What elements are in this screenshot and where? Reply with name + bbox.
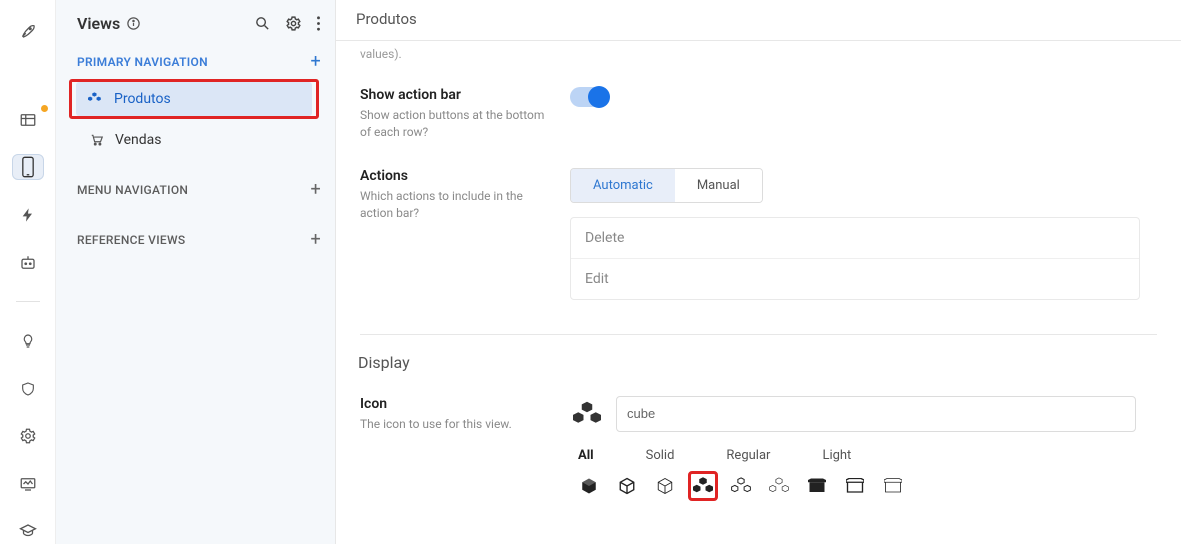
action-item-delete[interactable]: Delete xyxy=(571,218,1139,258)
icon-option-cubes-solid[interactable] xyxy=(688,471,718,501)
icon-tab-solid[interactable]: Solid xyxy=(646,448,675,463)
main-panel: Produtos values). Show action bar Show a… xyxy=(336,0,1181,544)
rail-data-icon[interactable] xyxy=(12,107,44,133)
gear-icon[interactable] xyxy=(285,15,302,32)
more-icon[interactable] xyxy=(316,15,321,32)
add-primary-nav-icon[interactable]: + xyxy=(310,53,321,71)
icon-option-box-solid[interactable] xyxy=(802,471,832,501)
seg-manual[interactable]: Manual xyxy=(675,169,762,202)
setting-icon-desc: The icon to use for this view. xyxy=(360,416,554,433)
rail-bolt-icon[interactable] xyxy=(12,202,44,228)
icon-grid xyxy=(574,471,1157,501)
info-icon[interactable] xyxy=(126,16,141,31)
section-label: MENU NAVIGATION xyxy=(77,183,188,197)
setting-action-bar-title: Show action bar xyxy=(360,87,554,103)
nav-item-label: Vendas xyxy=(115,132,162,148)
page-title: Produtos xyxy=(336,0,1181,41)
icon-tab-light[interactable]: Light xyxy=(822,448,851,463)
sidebar-title: Views xyxy=(77,14,120,33)
icon-option-cubes-outline-thin[interactable] xyxy=(764,471,794,501)
add-ref-view-icon[interactable]: + xyxy=(310,231,321,249)
section-reference-views: REFERENCE VIEWS + xyxy=(77,231,321,249)
search-icon[interactable] xyxy=(254,15,271,32)
icon-option-box-outline[interactable] xyxy=(840,471,870,501)
nav-rail xyxy=(0,0,56,544)
toggle-show-action-bar[interactable] xyxy=(570,87,608,107)
icon-option-cube-solid[interactable] xyxy=(574,471,604,501)
icon-tab-regular[interactable]: Regular xyxy=(726,448,770,463)
action-item-edit[interactable]: Edit xyxy=(571,258,1139,299)
highlight-produtos: Produtos xyxy=(69,79,319,119)
rail-bot-icon[interactable] xyxy=(12,250,44,276)
rail-views-icon[interactable] xyxy=(12,154,44,180)
divider xyxy=(360,334,1157,335)
section-display: Display xyxy=(358,353,1161,372)
section-label: PRIMARY NAVIGATION xyxy=(77,55,208,69)
section-menu-navigation: MENU NAVIGATION + xyxy=(77,181,321,199)
setting-actions-desc: Which actions to include in the action b… xyxy=(360,188,554,223)
setting-icon-title: Icon xyxy=(360,396,554,412)
seg-automatic[interactable]: Automatic xyxy=(571,169,675,202)
actions-list: Delete Edit xyxy=(570,217,1140,300)
section-label: REFERENCE VIEWS xyxy=(77,233,185,247)
rail-gear-icon[interactable] xyxy=(12,423,44,449)
icon-option-cube-outline[interactable] xyxy=(612,471,642,501)
cart-icon xyxy=(89,133,105,147)
rail-bulb-icon[interactable] xyxy=(12,328,44,354)
nav-item-produtos[interactable]: Produtos xyxy=(76,82,312,116)
cubes-icon xyxy=(88,92,104,106)
icon-option-cubes-outline[interactable] xyxy=(726,471,756,501)
section-primary-navigation: PRIMARY NAVIGATION + xyxy=(77,53,321,71)
icon-option-box-outline-thin[interactable] xyxy=(878,471,908,501)
rail-rocket-icon[interactable] xyxy=(12,18,44,44)
rail-graduation-icon[interactable] xyxy=(12,518,44,544)
rail-separator xyxy=(16,301,40,302)
views-sidebar: Views PRIMARY NAVIGATION + xyxy=(56,0,336,544)
icon-option-cube-outline-thin[interactable] xyxy=(650,471,680,501)
setting-action-bar-desc: Show action buttons at the bottom of eac… xyxy=(360,107,554,142)
icon-search-input[interactable] xyxy=(616,396,1136,432)
rail-shield-icon[interactable] xyxy=(12,376,44,402)
nav-item-label: Produtos xyxy=(114,91,171,107)
icon-tab-all[interactable]: All xyxy=(578,448,594,463)
add-menu-nav-icon[interactable]: + xyxy=(310,181,321,199)
setting-actions-title: Actions xyxy=(360,168,554,184)
icon-preview xyxy=(570,397,604,431)
nav-item-vendas[interactable]: Vendas xyxy=(77,123,321,157)
rail-monitor-icon[interactable] xyxy=(12,471,44,497)
actions-mode-segment: Automatic Manual xyxy=(570,168,763,203)
truncated-text: values). xyxy=(360,47,1161,61)
